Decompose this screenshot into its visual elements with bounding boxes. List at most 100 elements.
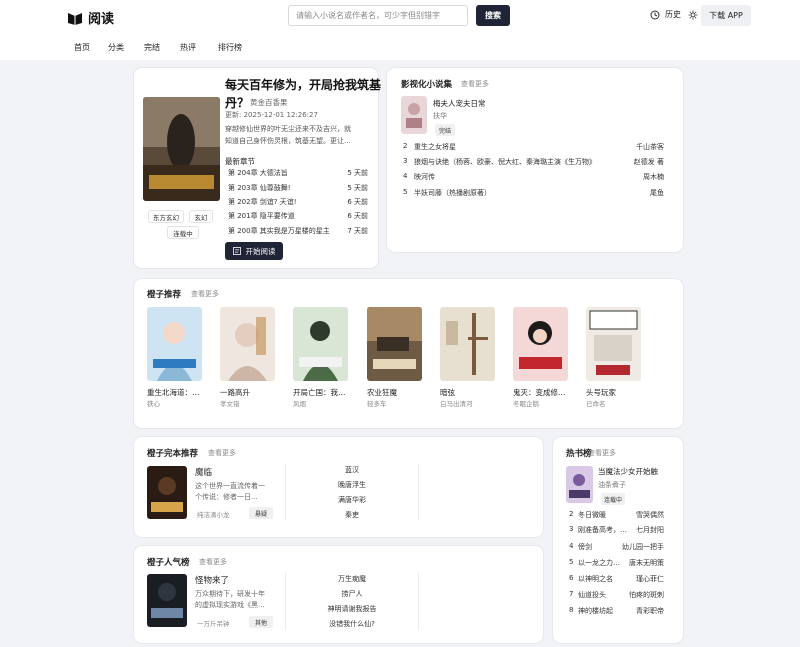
book-title[interactable]: 鬼灭：变成修… xyxy=(513,387,569,398)
genre-tag[interactable]: 东方玄幻 xyxy=(148,210,184,223)
book-cover[interactable] xyxy=(401,96,427,134)
book-author[interactable]: 扶华 xyxy=(433,111,447,121)
book-author[interactable]: 赵德发 著 xyxy=(620,157,664,167)
see-more-link[interactable]: 查看更多 xyxy=(588,448,616,458)
book-author[interactable]: 纯洁滴小龙 xyxy=(197,509,230,519)
nav-item-finished[interactable]: 完结 xyxy=(144,42,160,53)
start-reading-button[interactable]: 开始阅读 xyxy=(225,242,283,260)
book-title-link[interactable]: 狼烟与诀绝（杨蓉、欧豪、倪大红、秦海璐主演《生万物》 xyxy=(414,157,634,167)
book-cover[interactable] xyxy=(566,466,593,503)
book-title-link[interactable]: 蓝汉 xyxy=(286,465,418,475)
book-title[interactable]: 暗弦 xyxy=(440,387,496,398)
search-box[interactable] xyxy=(288,5,468,26)
book-author[interactable]: 风烟 xyxy=(293,398,306,408)
chapter-time: 5 天前 xyxy=(347,169,368,177)
see-more-link[interactable]: 查看更多 xyxy=(208,448,236,458)
book-title-link[interactable]: 重生之女将星 xyxy=(414,142,456,152)
genre-tag[interactable]: 其他 xyxy=(249,616,273,628)
book-cover[interactable] xyxy=(147,574,187,627)
download-app-button[interactable]: 下载 APP xyxy=(701,5,751,26)
logo-text: 阅读 xyxy=(88,12,115,27)
chapter-link[interactable]: 第 201章 隐平要传道 xyxy=(228,211,295,221)
book-title[interactable]: 魔临 xyxy=(195,466,212,478)
see-more-link[interactable]: 查看更多 xyxy=(199,557,227,567)
book-author[interactable]: 冬眠企鹅 xyxy=(513,398,539,408)
book-cover[interactable] xyxy=(293,307,348,381)
book-author[interactable]: 一万斤吊钟 xyxy=(197,618,230,628)
book-title[interactable]: 头号玩家 xyxy=(586,387,642,398)
book-title-link[interactable]: 满唐华彩 xyxy=(286,495,418,505)
book-title-link[interactable]: 傍剑 xyxy=(578,542,592,552)
nav-item-category[interactable]: 分类 xyxy=(108,42,124,53)
book-title-link[interactable]: 神明请谢我报告 xyxy=(286,604,418,614)
featured-book-title[interactable]: 每天百年修为，开局抢我筑基 xyxy=(225,76,381,93)
chapter-time: 5 天前 xyxy=(347,184,368,192)
featured-book-title-cont[interactable]: 丹？ xyxy=(225,94,249,111)
book-title[interactable]: 怪物来了 xyxy=(195,574,229,586)
rank-number: 3 xyxy=(403,157,408,165)
chapter-link[interactable]: 第 204章 大德法旨 xyxy=(228,168,288,178)
search-button[interactable]: 搜索 xyxy=(476,5,510,26)
chapter-link[interactable]: 第 202章 剑谊? 天谊! xyxy=(228,197,297,207)
book-author[interactable]: 雪哭偶然 xyxy=(620,510,664,520)
book-cover[interactable] xyxy=(513,307,568,381)
book-title-link[interactable]: 神的楼坊起 xyxy=(578,606,613,616)
search-input[interactable] xyxy=(289,6,467,25)
status-badge: 完结 xyxy=(435,124,455,136)
book-author[interactable]: 周木楠 xyxy=(600,172,664,182)
book-title-link[interactable]: 以神明之名 xyxy=(578,574,613,584)
featured-book-author[interactable]: 黄金百香果 xyxy=(250,97,288,108)
book-author[interactable]: 瑾心菲仁 xyxy=(620,574,664,584)
book-author[interactable]: 幼儿园一把手 xyxy=(614,542,664,552)
book-title-link[interactable]: 万生痴魔 xyxy=(286,574,418,584)
genre-tag[interactable]: 玄幻 xyxy=(189,210,213,223)
chapter-link[interactable]: 第 200章 其实我是万星楼的星主 xyxy=(228,226,338,236)
book-author[interactable]: 白马出清河 xyxy=(440,398,473,408)
chapter-link[interactable]: 第 203章 仙尊鼓舞! xyxy=(228,183,291,193)
book-author[interactable]: 铁心 xyxy=(147,398,160,408)
nav-item-ranking[interactable]: 排行榜 xyxy=(218,42,242,53)
book-title-link[interactable]: 晚唐浮生 xyxy=(286,480,418,490)
book-title-link[interactable]: 半妖司藤（热播剧原著） xyxy=(414,188,491,198)
book-title-link[interactable]: 映河传 xyxy=(414,172,435,182)
book-title-link[interactable]: 捞尸人 xyxy=(286,589,418,599)
book-cover[interactable] xyxy=(220,307,275,381)
genre-tag[interactable]: 悬疑 xyxy=(249,507,273,519)
book-title[interactable]: 重生北海道：… xyxy=(147,387,203,398)
book-author[interactable]: 轻多车 xyxy=(367,398,387,408)
book-title-link[interactable]: 仙道投头 xyxy=(578,590,606,600)
see-more-link[interactable]: 查看更多 xyxy=(461,79,489,89)
nav-item-hot-review[interactable]: 热评 xyxy=(180,42,196,53)
book-title[interactable]: 开局亡国：我… xyxy=(293,387,349,398)
book-cover[interactable] xyxy=(586,307,641,381)
featured-book-cover[interactable] xyxy=(143,97,220,201)
book-title[interactable]: 梅夫人宠夫日常 xyxy=(433,98,486,109)
logo[interactable]: 阅读 xyxy=(67,8,114,27)
book-cover[interactable] xyxy=(147,466,187,519)
section-title: 橙子完本推荐 xyxy=(147,449,199,459)
book-title[interactable]: 当魔法少女开始触 xyxy=(598,466,668,477)
book-author[interactable]: 青彩职帝 xyxy=(620,606,664,616)
book-author[interactable]: 油条煮子 xyxy=(598,480,626,490)
book-author[interactable]: 孝文错 xyxy=(220,398,240,408)
sun-icon[interactable] xyxy=(688,10,698,20)
book-author[interactable]: 七月封阳 xyxy=(620,525,664,535)
book-title-link[interactable]: 以一龙之力… xyxy=(578,558,620,568)
book-title[interactable]: 一路高升 xyxy=(220,387,276,398)
nav-item-home[interactable]: 首页 xyxy=(74,42,90,53)
book-title[interactable]: 农业狂魔 xyxy=(367,387,423,398)
book-author[interactable]: 已命名 xyxy=(586,398,606,408)
book-title-link[interactable]: 冬日微暖 xyxy=(578,510,606,520)
book-author[interactable]: 唐末无明策 xyxy=(620,558,664,568)
book-cover[interactable] xyxy=(440,307,495,381)
book-author[interactable]: 怕疼的斑刺 xyxy=(620,590,664,600)
book-title-link[interactable]: 没错我什么仙? xyxy=(286,619,418,629)
book-author[interactable]: 千山茶客 xyxy=(600,142,664,152)
book-cover[interactable] xyxy=(367,307,422,381)
rank-number: 6 xyxy=(569,574,574,582)
book-cover[interactable] xyxy=(147,307,202,381)
see-more-link[interactable]: 查看更多 xyxy=(191,289,219,299)
book-title-link[interactable]: 秦吏 xyxy=(286,510,418,520)
book-author[interactable]: 尾鱼 xyxy=(600,188,664,198)
history-link[interactable]: 历史 xyxy=(650,9,681,20)
